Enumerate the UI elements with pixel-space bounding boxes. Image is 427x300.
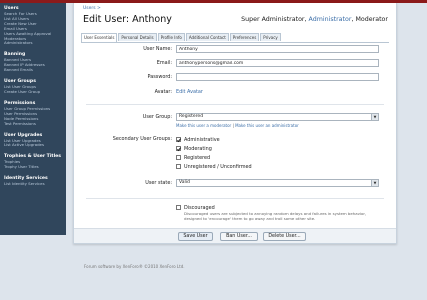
section-divider <box>86 104 384 105</box>
user-group-value: Registered <box>179 114 204 119</box>
sidebar-section-identity: Identity Services List Identity Services <box>0 173 66 187</box>
checkbox[interactable] <box>176 155 181 160</box>
user-state-select[interactable]: Valid ▼ <box>176 179 379 187</box>
make-moderator-link[interactable]: Make this user a moderator <box>176 123 231 128</box>
secondary-groups-label: Secondary User Groups: <box>112 136 172 142</box>
chevron-down-icon[interactable]: ▼ <box>371 114 378 120</box>
checkbox-label: Registered <box>184 154 211 161</box>
discouraged-description: Discouraged users are subjected to annoy… <box>184 211 367 221</box>
sidebar-item-list-identity-services[interactable]: List Identity Services <box>4 181 66 187</box>
user-group-select[interactable]: Registered ▼ <box>176 113 379 121</box>
checkbox[interactable] <box>176 164 181 169</box>
username-label: User Name: <box>143 46 172 52</box>
page-title: Edit User: Anthony <box>83 14 172 25</box>
secondary-group-unregistered[interactable]: Unregistered / Unconfirmed <box>176 163 252 170</box>
ban-user-button[interactable]: Ban User... <box>220 232 258 241</box>
user-group-label: User Group: <box>142 114 172 120</box>
tab-personal-details[interactable]: Personal Details <box>118 33 157 41</box>
sidebar-section-banning: Banning Banned Users Banned IP Addresses… <box>0 49 66 73</box>
checkbox-label: Moderating <box>184 145 212 152</box>
tab-bar: User Essentials Personal Details Profile… <box>81 33 282 42</box>
secondary-group-administrative[interactable]: Administrative <box>176 136 220 143</box>
password-row: Password: <box>74 73 398 83</box>
sidebar-section-user-upgrades: User Upgrades List User Upgrades List Ac… <box>0 130 66 149</box>
secondary-group-moderating[interactable]: Moderating <box>176 145 212 152</box>
discouraged-label: Discouraged <box>184 204 215 211</box>
checkbox-label: Administrative <box>184 136 220 143</box>
tab-privacy[interactable]: Privacy <box>260 33 281 41</box>
edit-avatar-link[interactable]: Edit Avatar <box>176 88 203 96</box>
avatar-row: Avatar: Edit Avatar <box>74 88 398 98</box>
password-input[interactable] <box>176 73 379 81</box>
avatar-label: Avatar: <box>154 89 172 95</box>
discouraged-option[interactable]: Discouraged <box>176 204 215 211</box>
section-divider <box>86 198 384 199</box>
user-group-hint: Make this user a moderator | Make this u… <box>176 123 299 128</box>
tab-underline <box>81 42 389 43</box>
username-row: User Name: <box>74 45 398 55</box>
save-user-button[interactable]: Save User <box>178 232 213 241</box>
user-state-label: User state: <box>145 180 172 186</box>
edit-user-panel: Users > Edit User: Anthony Super Adminis… <box>73 3 397 244</box>
role-administrator-link[interactable]: Administrator <box>309 16 352 23</box>
checkbox-checked[interactable] <box>176 137 181 142</box>
discouraged-checkbox[interactable] <box>176 205 181 210</box>
checkbox-checked[interactable] <box>176 146 181 151</box>
breadcrumb[interactable]: Users > <box>83 6 101 11</box>
tab-profile-info[interactable]: Profile Info <box>157 33 185 41</box>
email-input[interactable] <box>176 59 379 67</box>
admin-sidebar: Users Search For Users List All Users Cr… <box>0 3 66 235</box>
tab-user-essentials[interactable]: User Essentials <box>81 33 118 42</box>
user-group-row: User Group: Registered ▼ <box>74 113 398 123</box>
sidebar-section-user-groups: User Groups List User Groups Create User… <box>0 76 66 95</box>
user-roles: Super Administrator, Administrator, Mode… <box>241 16 388 23</box>
footer-copyright: Forum software by XenForo® ©2010 XenForo… <box>84 264 185 269</box>
checkbox-label: Unregistered / Unconfirmed <box>184 163 252 170</box>
sidebar-section-permissions: Permissions User Group Permissions User … <box>0 98 66 127</box>
sidebar-section-trophies: Trophies & User Titles Trophies Trophy U… <box>0 151 66 170</box>
password-label: Password: <box>147 74 173 80</box>
tab-additional-contact[interactable]: Additional Contact <box>185 33 229 41</box>
role-moderator: , Moderator <box>351 16 388 23</box>
tab-preferences[interactable]: Preferences <box>229 33 260 41</box>
email-label: Email: <box>156 60 172 66</box>
email-row: Email: <box>74 59 398 69</box>
user-state-value: Valid <box>179 180 190 185</box>
make-administrator-link[interactable]: Make this user an administrator <box>235 123 299 128</box>
secondary-group-registered[interactable]: Registered <box>176 154 210 161</box>
secondary-groups-row: Secondary User Groups: <box>74 136 398 146</box>
username-input[interactable] <box>176 45 379 53</box>
sidebar-section-users: Users Search For Users List All Users Cr… <box>0 3 66 46</box>
user-state-row: User state: Valid ▼ <box>74 179 398 189</box>
role-super-admin: Super Administrator, <box>241 16 309 23</box>
chevron-down-icon[interactable]: ▼ <box>371 180 378 186</box>
delete-user-button[interactable]: Delete User... <box>263 232 306 241</box>
